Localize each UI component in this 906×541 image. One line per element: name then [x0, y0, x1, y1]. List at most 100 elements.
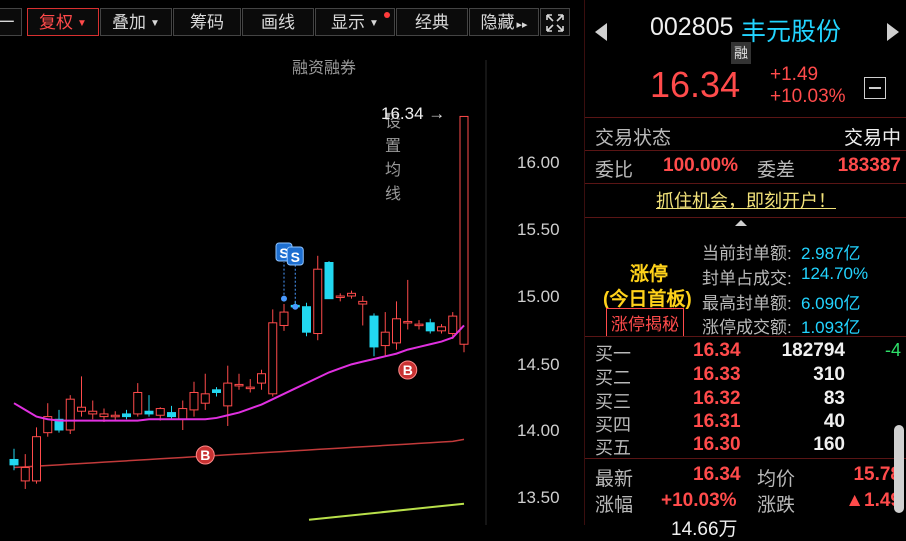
- weibi-value: 100.00%: [663, 155, 739, 176]
- sell-marker-dot: [292, 303, 299, 310]
- candle-body: [133, 391, 143, 415]
- candle-body: [223, 382, 233, 407]
- change-pct-value: +10.03%: [661, 490, 737, 511]
- sell-marker-label: S: [291, 249, 300, 265]
- limit-stat-value: 2.987亿: [801, 244, 861, 263]
- candle-body: [234, 383, 244, 387]
- limit-stat-label: 封单占成交:: [702, 269, 792, 288]
- price-change-pct: +10.03%: [770, 86, 846, 107]
- bid-label: 买五: [595, 438, 631, 458]
- weibi-label: 委比: [595, 160, 634, 181]
- change-label: 涨跌: [757, 495, 796, 516]
- bid-price: 16.30: [693, 434, 741, 455]
- stock-name: 丰元股份: [741, 18, 842, 46]
- bid-volume: 83: [823, 388, 845, 409]
- stock-code: 002805: [650, 13, 734, 41]
- bid-price: 16.31: [693, 411, 741, 432]
- candlestick-chart[interactable]: S SBB: [0, 0, 583, 525]
- weicha-value: 183387: [837, 155, 901, 176]
- candle-body: [245, 386, 255, 390]
- price-tick: 14.50: [517, 355, 560, 374]
- ma-mid-line: [13, 438, 465, 469]
- candle-body: [9, 458, 19, 466]
- candle-body: [414, 323, 424, 327]
- candle-body: [20, 467, 30, 482]
- minus-icon[interactable]: [864, 77, 886, 99]
- kline-chart-pane[interactable]: 一 复权 ▼ 叠加 ▼ 筹码 画线 显示 ▼ 经典 隐藏 ▸▸ 融资融券 设置均…: [0, 0, 583, 525]
- candle-body: [425, 322, 435, 332]
- prev-stock-arrow-icon[interactable]: [595, 23, 607, 41]
- bid-price: 16.32: [693, 388, 741, 409]
- candle-body: [347, 292, 356, 297]
- price-tick: 15.50: [517, 220, 560, 239]
- candle-body: [257, 373, 266, 384]
- candle-body: [200, 393, 210, 404]
- latest-value: 16.34: [693, 464, 741, 485]
- quote-panel: 002805 丰元股份 融 16.34 +1.49 +10.03% 交易状态 交…: [584, 0, 906, 540]
- candle-body: [302, 306, 311, 333]
- bid-label: 买一: [595, 344, 631, 364]
- candle-body: [369, 315, 379, 348]
- bid-volume: 310: [813, 364, 845, 385]
- candle-body: [313, 268, 323, 335]
- limit-stat-value: 124.70%: [801, 264, 869, 283]
- candle-body: [324, 262, 334, 300]
- candle-body: [358, 300, 368, 305]
- candle-body: [459, 115, 469, 345]
- chevron-up-icon[interactable]: [735, 220, 747, 226]
- buy-marker-label: B: [200, 447, 210, 463]
- candle-body: [110, 414, 120, 418]
- buy-marker-label: B: [403, 362, 413, 378]
- price-tick: 14.00: [517, 421, 560, 440]
- candle-body: [335, 295, 345, 298]
- bid-change: -4: [884, 340, 901, 360]
- open-account-link[interactable]: 抓住机会，即刻开户！: [656, 191, 836, 211]
- cut-off-value: 14.66万: [671, 519, 738, 540]
- limit-stat-label: 涨停成交额:: [702, 318, 792, 337]
- candle-body: [32, 436, 41, 482]
- ma-long-line: [308, 502, 465, 521]
- current-price: 16.34: [650, 64, 741, 105]
- candle-body: [268, 322, 278, 395]
- candle-body: [279, 311, 289, 326]
- next-stock-arrow-icon[interactable]: [887, 23, 899, 41]
- limit-up-subtitle: (今日首板): [603, 289, 692, 310]
- candle-body: [189, 391, 199, 411]
- candle-body: [155, 408, 165, 416]
- bid-price: 16.33: [693, 364, 741, 385]
- limit-stat-value: 6.090亿: [801, 294, 861, 313]
- price-tick: 15.00: [517, 287, 560, 306]
- avg-price-label: 均价: [757, 469, 796, 490]
- candle-body: [392, 318, 401, 344]
- limit-stat-label: 最高封单额:: [702, 294, 792, 313]
- limit-up-reveal-button[interactable]: 涨停揭秘: [606, 308, 684, 337]
- candle-body: [437, 326, 446, 332]
- bid-volume: 40: [823, 411, 845, 432]
- candle-body: [122, 413, 131, 418]
- change-value: ▲1.49: [845, 490, 901, 511]
- candle-body: [88, 410, 98, 415]
- limit-up-title: 涨停: [630, 264, 669, 285]
- bid-price: 16.34: [693, 340, 741, 361]
- scrollbar-thumb[interactable]: [894, 425, 904, 513]
- arrow-right-icon: →: [423, 104, 446, 123]
- candle-body: [212, 389, 221, 393]
- candle-body: [178, 408, 188, 420]
- candle-body: [77, 406, 86, 412]
- open-account-banner[interactable]: 抓住机会，即刻开户！: [585, 184, 906, 218]
- candle-body: [403, 320, 413, 324]
- price-change: +1.49: [770, 64, 819, 85]
- weicha-label: 委差: [757, 160, 796, 181]
- candle-body: [144, 410, 154, 415]
- latest-label: 最新: [595, 469, 634, 490]
- limit-stat-value: 1.093亿: [801, 318, 861, 337]
- trade-status-value: 交易中: [843, 128, 901, 149]
- latest-price-tag: 16.34 →: [381, 104, 446, 123]
- candle-body: [380, 331, 390, 347]
- limit-stat-label: 当前封单额:: [702, 244, 792, 263]
- bid-volume: 160: [813, 434, 845, 455]
- trade-status-label: 交易状态: [595, 128, 672, 149]
- candle-body: [99, 413, 109, 418]
- margin-badge: 融: [731, 42, 751, 64]
- price-tick: 16.00: [517, 153, 560, 172]
